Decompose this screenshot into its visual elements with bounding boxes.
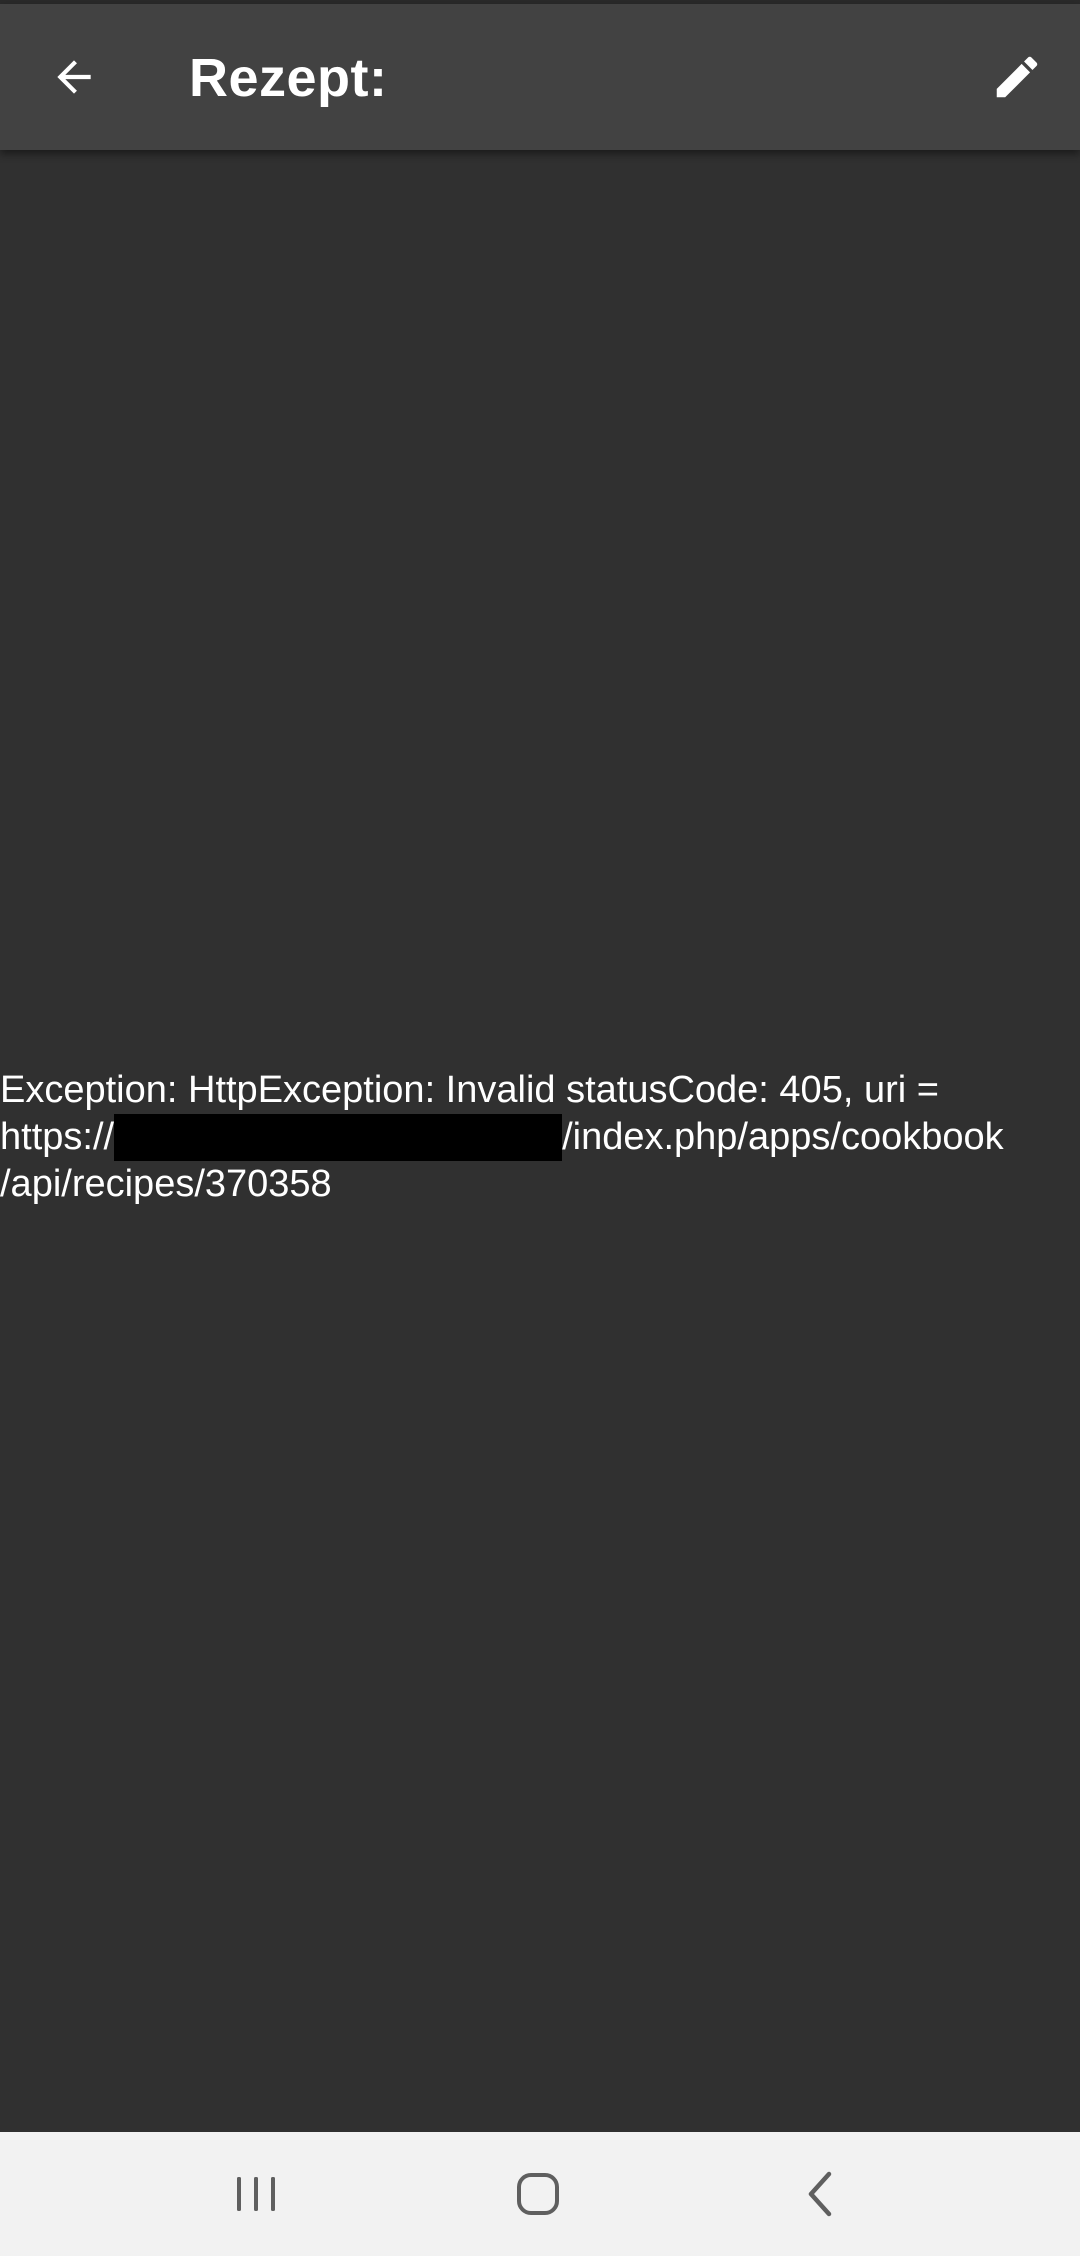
back-icon bbox=[808, 2171, 832, 2217]
redacted-host bbox=[114, 1114, 563, 1161]
arrow-back-icon bbox=[57, 60, 91, 94]
page-title: Rezept: bbox=[189, 48, 388, 108]
recipe-content: Exception: HttpException: Invalid status… bbox=[0, 150, 1080, 2132]
error-line: /api/recipes/370358 bbox=[0, 1163, 332, 1205]
system-navigation-bar bbox=[0, 2132, 1080, 2256]
error-line: Exception: HttpException: Invalid status… bbox=[0, 1069, 939, 1111]
url-scheme: https:// bbox=[0, 1116, 115, 1158]
nav-back-button[interactable] bbox=[760, 2149, 880, 2239]
recents-button[interactable] bbox=[196, 2149, 316, 2239]
url-path: /index.php/apps/cookbook bbox=[562, 1116, 1004, 1158]
error-url-line: https:// /index.php/apps/cookbook bbox=[0, 1114, 1080, 1161]
error-message: Exception: HttpException: Invalid status… bbox=[0, 1067, 1080, 1208]
pencil-edit-icon bbox=[996, 56, 1038, 98]
home-icon bbox=[517, 2173, 559, 2215]
recents-icon bbox=[237, 2177, 275, 2211]
app-bar: Rezept: bbox=[0, 4, 1080, 150]
home-button[interactable] bbox=[478, 2149, 598, 2239]
back-button[interactable] bbox=[26, 29, 122, 125]
edit-button[interactable] bbox=[969, 29, 1065, 125]
